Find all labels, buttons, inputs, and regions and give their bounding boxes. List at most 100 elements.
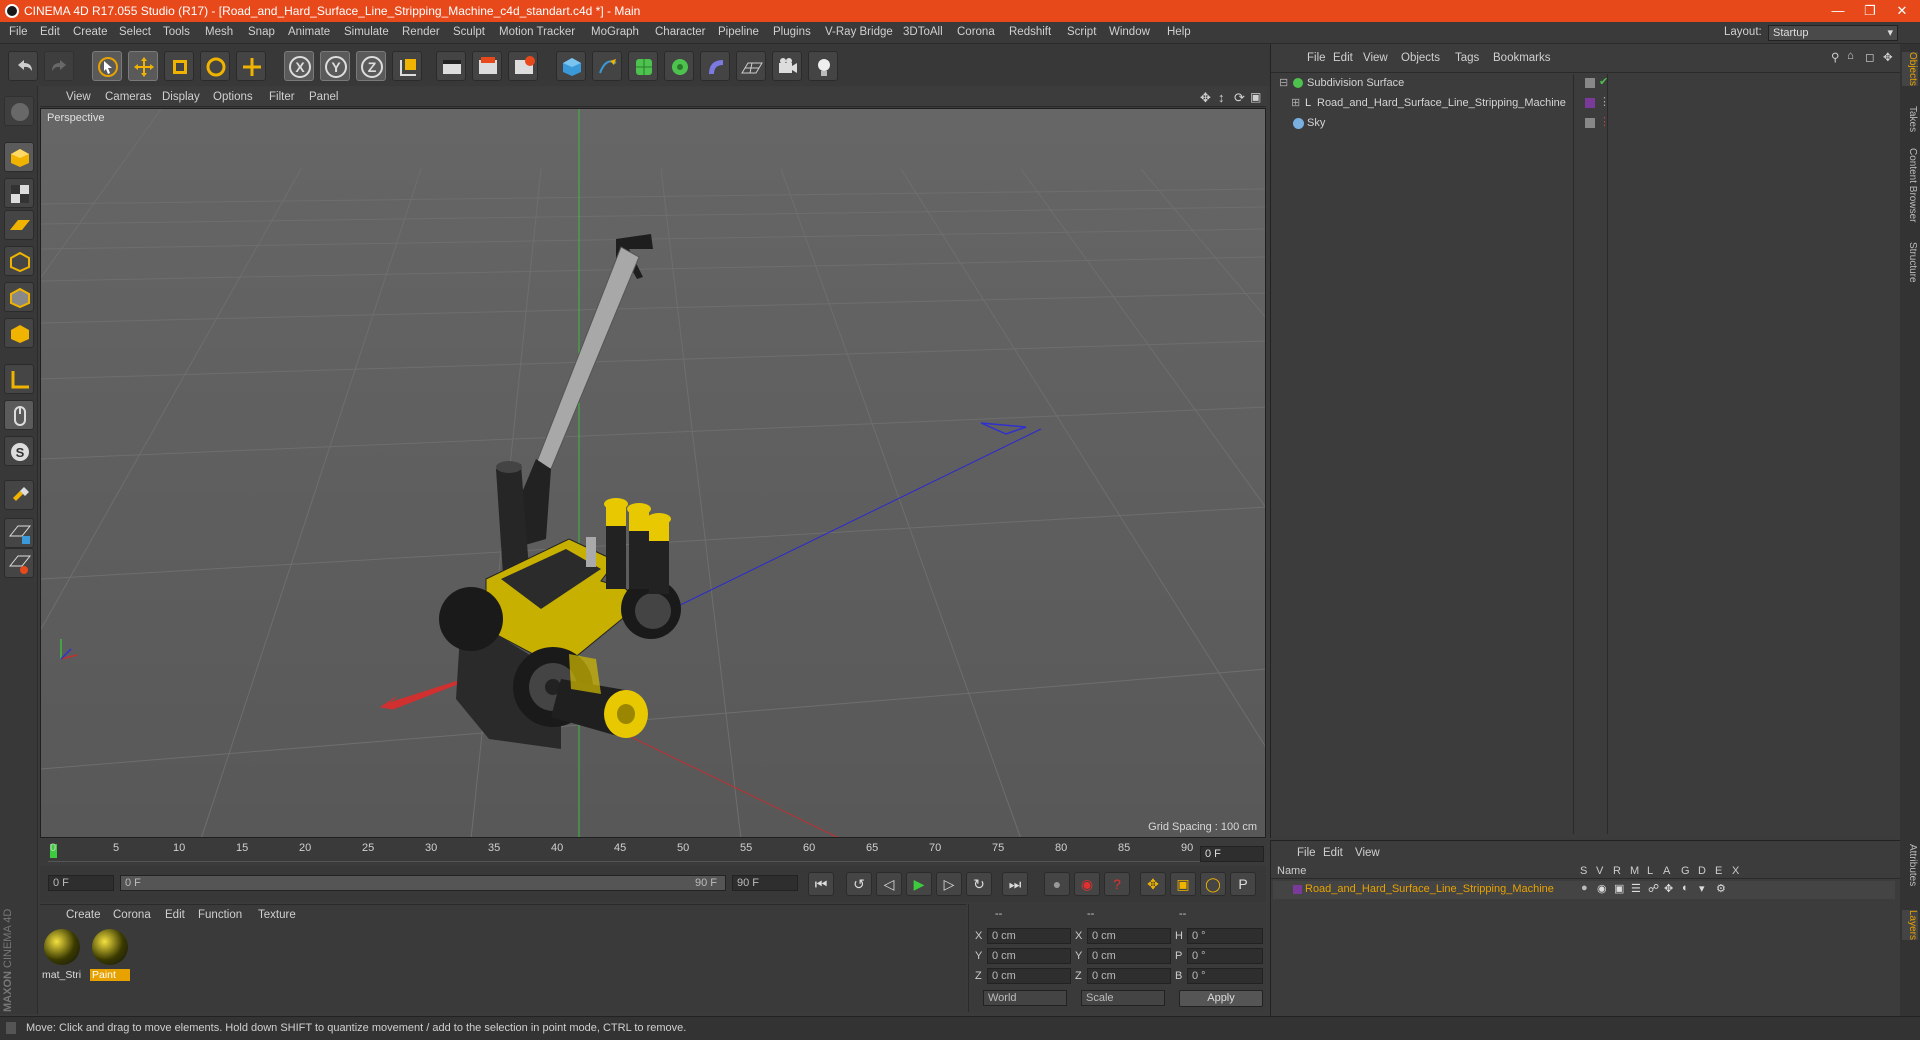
material-menu-texture[interactable]: Texture xyxy=(258,909,296,921)
go-to-end-button[interactable]: ⏭ xyxy=(1002,872,1028,896)
menu-edit[interactable]: Edit xyxy=(40,26,60,38)
menu-render[interactable]: Render xyxy=(402,26,440,38)
viewport-menu-filter[interactable]: Filter xyxy=(269,91,295,103)
edges-mode-button[interactable] xyxy=(4,282,34,312)
tab-layers[interactable]: Layers xyxy=(1902,910,1918,941)
object-menu-edit[interactable]: Edit xyxy=(1333,52,1353,64)
current-frame-field[interactable]: 0 F xyxy=(1200,846,1264,862)
go-to-start-button[interactable]: ⏮ xyxy=(808,872,834,896)
object-menu-view[interactable]: View xyxy=(1363,52,1388,64)
camera-object-button[interactable] xyxy=(772,51,802,81)
menu-snap[interactable]: Snap xyxy=(248,26,275,38)
size-mode-dropdown[interactable]: Scale xyxy=(1081,990,1165,1006)
layer-menu-edit[interactable]: Edit xyxy=(1323,847,1343,859)
play-button[interactable]: ▶ xyxy=(906,872,932,896)
visibility-dots-icon[interactable]: ⋮ xyxy=(1599,95,1610,108)
coordinate-system-dropdown[interactable]: World xyxy=(983,990,1067,1006)
render-view-button[interactable] xyxy=(436,51,466,81)
autokey-button[interactable]: ◉ xyxy=(1074,872,1100,896)
timeline-ruler[interactable]: 0 5 10 15 20 25 30 35 40 45 50 55 60 65 … xyxy=(40,840,1266,862)
viewport-menu-panel[interactable]: Panel xyxy=(309,91,338,103)
rotation-b-field[interactable]: 0 ° xyxy=(1187,968,1263,984)
rotate-tool-button[interactable] xyxy=(200,51,230,81)
menu-create[interactable]: Create xyxy=(73,26,108,38)
tab-attributes[interactable]: Attributes xyxy=(1902,844,1918,886)
position-x-field[interactable]: 0 cm xyxy=(987,928,1071,944)
enabled-check-icon[interactable]: ✔ xyxy=(1599,75,1608,88)
tab-objects[interactable]: Objects xyxy=(1902,52,1918,86)
restore-icon[interactable]: ❐ xyxy=(1856,2,1884,20)
layer-manager-icon[interactable]: ☰ xyxy=(1631,882,1641,895)
menu-file[interactable]: File xyxy=(9,26,28,38)
search-icon[interactable]: ⚲ xyxy=(1831,50,1839,64)
layer-animation-icon[interactable]: ✥ xyxy=(1664,882,1673,895)
home-icon[interactable]: ⌂ xyxy=(1847,50,1854,62)
subdivision-surface-button[interactable] xyxy=(628,51,658,81)
keyframe-selection-button[interactable]: ? xyxy=(1104,872,1130,896)
layer-menu-file[interactable]: File xyxy=(1297,847,1316,859)
move-tool-button[interactable] xyxy=(128,51,158,81)
menu-tools[interactable]: Tools xyxy=(163,26,190,38)
layer-row[interactable]: Road_and_Hard_Surface_Line_Stripping_Mac… xyxy=(1273,881,1895,899)
tab-content-browser[interactable]: Content Browser xyxy=(1902,148,1918,222)
menu-select[interactable]: Select xyxy=(119,26,151,38)
layer-visible-icon[interactable]: ◉ xyxy=(1597,882,1607,895)
viewport-menu-view[interactable]: View xyxy=(66,91,91,103)
close-icon[interactable]: ✕ xyxy=(1888,2,1916,20)
key-position-button[interactable]: ✥ xyxy=(1140,872,1166,896)
menu-motion-tracker[interactable]: Motion Tracker xyxy=(499,26,575,38)
expand-toggle-icon[interactable]: ⊞ xyxy=(1291,96,1300,109)
material-menu-corona[interactable]: Corona xyxy=(113,909,151,921)
material-menu-function[interactable]: Function xyxy=(198,909,242,921)
object-row[interactable]: ⊟ Subdivision Surface ✔ xyxy=(1273,75,1895,93)
menu-character[interactable]: Character xyxy=(655,26,706,38)
cube-object-button[interactable] xyxy=(556,51,586,81)
menu-window[interactable]: Window xyxy=(1109,26,1150,38)
tab-structure[interactable]: Structure xyxy=(1902,242,1918,283)
layer-generator-icon[interactable]: ◐ xyxy=(1682,882,1689,894)
menu-script[interactable]: Script xyxy=(1067,26,1096,38)
viewport-menu-display[interactable]: Display xyxy=(162,91,200,103)
transform-tool-button[interactable] xyxy=(236,51,266,81)
object-menu-tags[interactable]: Tags xyxy=(1455,52,1479,64)
menu-corona[interactable]: Corona xyxy=(957,26,995,38)
next-key-button[interactable]: ↻ xyxy=(966,872,992,896)
viewport-zoom-icon[interactable]: ↕ xyxy=(1218,90,1225,105)
y-axis-lock-button[interactable]: Y xyxy=(320,51,350,81)
menu-redshift[interactable]: Redshift xyxy=(1009,26,1051,38)
menu-sculpt[interactable]: Sculpt xyxy=(453,26,485,38)
light-object-button[interactable] xyxy=(808,51,838,81)
key-rotation-button[interactable]: ◯ xyxy=(1200,872,1226,896)
menu-mograph[interactable]: MoGraph xyxy=(591,26,639,38)
undo-button[interactable] xyxy=(8,51,38,81)
redo-button[interactable] xyxy=(44,51,74,81)
frame-range-slider[interactable]: 0 F 90 F xyxy=(120,875,726,891)
menu-animate[interactable]: Animate xyxy=(288,26,330,38)
layer-render-icon[interactable]: ▣ xyxy=(1614,882,1624,895)
material-swatch[interactable]: Paint xyxy=(90,927,130,989)
make-editable-button[interactable] xyxy=(4,96,34,126)
layer-expression-icon[interactable]: ⚙ xyxy=(1716,882,1726,895)
snapping-button[interactable]: S xyxy=(4,436,34,466)
key-scale-button[interactable]: ▣ xyxy=(1170,872,1196,896)
size-z-field[interactable]: 0 cm xyxy=(1087,968,1171,984)
layer-lock-icon[interactable]: ☍ xyxy=(1648,882,1659,895)
model-mode-button[interactable] xyxy=(4,142,34,172)
object-menu-objects[interactable]: Objects xyxy=(1401,52,1440,64)
previous-frame-button[interactable]: ◁ xyxy=(876,872,902,896)
layout-dropdown[interactable]: Startup ▾ xyxy=(1768,25,1898,41)
viewport-pan-icon[interactable]: ✥ xyxy=(1200,90,1211,106)
axis-mode-button[interactable] xyxy=(4,364,34,394)
layer-menu-view[interactable]: View xyxy=(1355,847,1380,859)
polygons-mode-button[interactable] xyxy=(4,318,34,348)
new-view-icon[interactable]: ◻ xyxy=(1865,50,1875,64)
position-y-field[interactable]: 0 cm xyxy=(987,948,1071,964)
end-frame-field[interactable]: 90 F xyxy=(732,875,798,891)
scale-tool-button[interactable] xyxy=(164,51,194,81)
viewport-menu-cameras[interactable]: Cameras xyxy=(105,91,152,103)
texture-mode-button[interactable] xyxy=(4,178,34,208)
menu-simulate[interactable]: Simulate xyxy=(344,26,389,38)
start-frame-field[interactable]: 0 F xyxy=(48,875,114,891)
layer-deformer-icon[interactable]: ▾ xyxy=(1699,882,1705,895)
render-settings-button[interactable] xyxy=(508,51,538,81)
